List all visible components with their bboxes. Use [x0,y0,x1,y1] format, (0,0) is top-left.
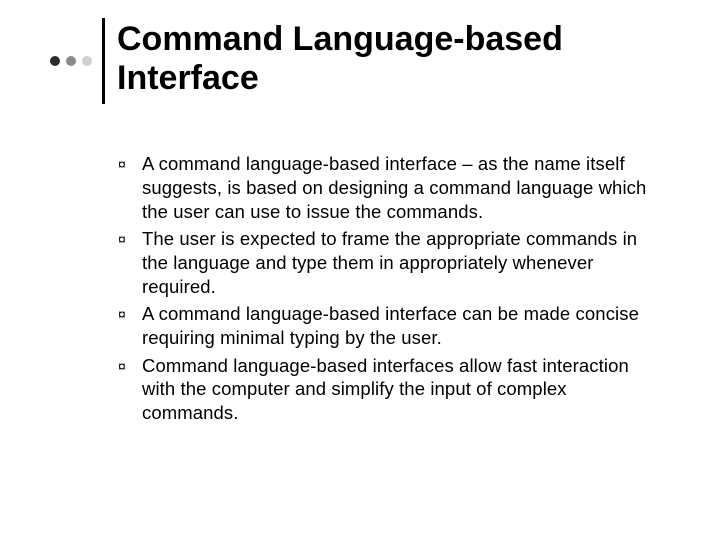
title-divider [102,18,105,104]
bullet-icon: ¤ [118,227,142,251]
bullet-icon: ¤ [118,302,142,326]
list-item: ¤ Command language-based interfaces allo… [118,354,660,425]
slide-body: ¤ A command language-based interface – a… [0,152,720,424]
bullet-icon: ¤ [118,354,142,378]
dot-icon [66,56,76,66]
list-item: ¤ A command language-based interface – a… [118,152,660,223]
list-item-text: The user is expected to frame the approp… [142,227,660,298]
dot-icon [82,56,92,66]
list-item-text: Command language-based interfaces allow … [142,354,660,425]
dot-icon [50,56,60,66]
list-item-text: A command language-based interface – as … [142,152,660,223]
slide-title: Command Language-based Interface [117,18,637,104]
list-item: ¤ The user is expected to frame the appr… [118,227,660,298]
bullet-icon: ¤ [118,152,142,176]
slide: Command Language-based Interface ¤ A com… [0,0,720,540]
decorative-dots [50,56,92,66]
title-header: Command Language-based Interface [0,0,720,104]
list-item: ¤ A command language-based interface can… [118,302,660,349]
list-item-text: A command language-based interface can b… [142,302,660,349]
